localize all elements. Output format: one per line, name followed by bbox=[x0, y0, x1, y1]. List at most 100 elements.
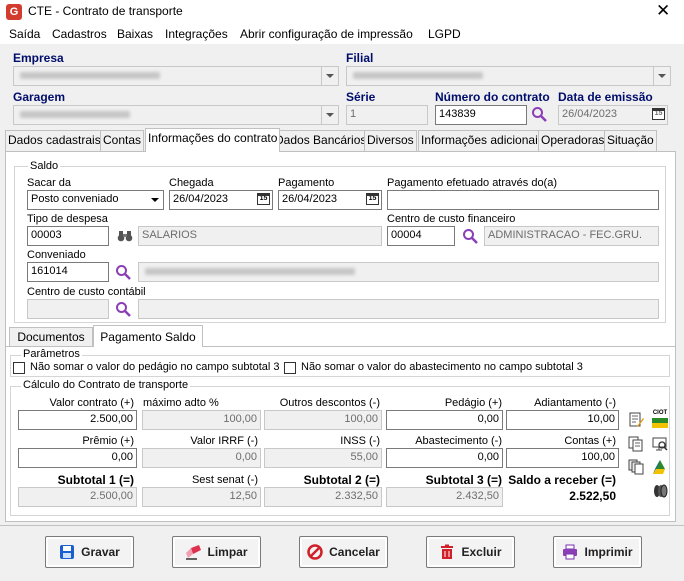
nao-somar-abastecimento-label: Não somar o valor do abastecimento no ca… bbox=[301, 361, 583, 373]
data-emissao-field[interactable]: 26/04/2023 15 bbox=[558, 105, 668, 125]
outros-descontos-label: Outros descontos (-) bbox=[279, 397, 380, 409]
max-adto-field: 100,00 bbox=[142, 410, 261, 430]
footer-divider bbox=[0, 525, 684, 526]
calendar-icon[interactable]: 15 bbox=[257, 193, 270, 205]
chevron-down-icon[interactable] bbox=[146, 191, 163, 209]
menu-saida[interactable]: Saída bbox=[9, 27, 40, 41]
search-icon[interactable] bbox=[462, 228, 478, 244]
centro-custo-contabil-code-field[interactable] bbox=[27, 299, 109, 319]
ciot-icon[interactable]: CIOT bbox=[652, 410, 668, 430]
chevron-down-icon[interactable] bbox=[321, 67, 338, 85]
nao-somar-pedagio-checkbox[interactable] bbox=[13, 362, 25, 374]
calendar-icon[interactable]: 15 bbox=[366, 193, 379, 205]
conveniado-code-field[interactable]: 161014 bbox=[27, 262, 109, 282]
garagem-select[interactable] bbox=[13, 105, 339, 125]
contas-label: Contas (+) bbox=[564, 435, 616, 447]
filial-select[interactable] bbox=[346, 66, 671, 86]
tipo-despesa-code-field[interactable]: 00003 bbox=[27, 226, 109, 246]
search-icon[interactable] bbox=[531, 106, 547, 122]
inss-label: INSS (-) bbox=[340, 435, 380, 447]
documents-stack-icon[interactable] bbox=[628, 459, 644, 475]
empresa-select[interactable] bbox=[13, 66, 339, 86]
adiantamento-label: Adiantamento (-) bbox=[534, 397, 616, 409]
pagamento-field[interactable]: 26/04/2023 15 bbox=[278, 190, 382, 210]
limpar-button[interactable]: Limpar bbox=[172, 536, 261, 568]
serie-field[interactable]: 1 bbox=[346, 105, 428, 125]
tab-dados-cadastrais[interactable]: Dados cadastrais bbox=[5, 130, 104, 151]
window-title: CTE - Contrato de transporte bbox=[28, 4, 183, 18]
subtab-documentos[interactable]: Documentos bbox=[9, 327, 93, 346]
sest-senat-field: 12,50 bbox=[142, 487, 261, 507]
tab-dados-bancarios[interactable]: Dados Bancários bbox=[272, 130, 370, 151]
nao-somar-abastecimento-checkbox[interactable] bbox=[284, 362, 296, 374]
valor-irrf-label: Valor IRRF (-) bbox=[190, 435, 258, 447]
pedagio-field[interactable]: 0,00 bbox=[386, 410, 503, 430]
sacar-da-label: Sacar da bbox=[27, 177, 72, 189]
sacar-da-value: Posto conveniado bbox=[31, 193, 119, 205]
tab-situacao[interactable]: Situação bbox=[604, 130, 657, 151]
sacar-da-select[interactable]: Posto conveniado bbox=[27, 190, 164, 210]
tab-operadoras[interactable]: Operadoras bbox=[538, 130, 608, 151]
abastecimento-field[interactable]: 0,00 bbox=[386, 448, 503, 468]
app-logo-icon: G bbox=[6, 4, 22, 20]
numero-contrato-field[interactable]: 143839 bbox=[435, 105, 527, 125]
document-edit-icon[interactable] bbox=[628, 412, 644, 428]
monitor-search-icon[interactable] bbox=[652, 436, 668, 452]
sest-senat-label: Sest senat (-) bbox=[191, 474, 258, 486]
chegada-field[interactable]: 26/04/2023 15 bbox=[169, 190, 273, 210]
search-icon[interactable] bbox=[115, 264, 131, 280]
valor-contrato-field[interactable]: 2.500,00 bbox=[18, 410, 137, 430]
imprimir-button[interactable]: Imprimir bbox=[553, 536, 642, 568]
tab-informacoes-contrato[interactable]: Informações do contrato bbox=[145, 128, 281, 152]
imprimir-button-label: Imprimir bbox=[584, 545, 633, 559]
subtotal1-field: 2.500,00 bbox=[18, 487, 137, 507]
chevron-down-icon[interactable] bbox=[653, 67, 670, 85]
save-icon bbox=[60, 545, 75, 559]
subtotal3-field: 2.432,50 bbox=[386, 487, 503, 507]
chevron-down-icon[interactable] bbox=[321, 106, 338, 124]
menu-abrir-config-impressao[interactable]: Abrir configuração de impressão bbox=[240, 27, 413, 41]
pagamento-atraves-field[interactable] bbox=[387, 190, 659, 210]
subtotal3-label: Subtotal 3 (=) bbox=[425, 473, 502, 487]
document-copy-icon[interactable] bbox=[628, 436, 644, 452]
coins-icon[interactable] bbox=[652, 483, 668, 499]
adiantamento-field[interactable]: 10,00 bbox=[506, 410, 619, 430]
saldo-group-label: Saldo bbox=[28, 160, 61, 172]
calendar-icon[interactable]: 15 bbox=[652, 108, 665, 120]
valor-irrf-field: 0,00 bbox=[142, 448, 261, 468]
tab-contas[interactable]: Contas bbox=[100, 130, 145, 151]
serie-label: Série bbox=[346, 90, 376, 104]
ciot-icon-label: CIOT bbox=[652, 410, 668, 416]
centro-custo-financeiro-code-field[interactable]: 00004 bbox=[387, 226, 455, 246]
subtab-pagamento-saldo[interactable]: Pagamento Saldo bbox=[93, 325, 203, 347]
numero-contrato-label: Número do contrato bbox=[435, 90, 550, 104]
premio-field[interactable]: 0,00 bbox=[18, 448, 137, 468]
parametros-group-label: Parâmetros bbox=[21, 348, 82, 360]
binoculars-icon[interactable] bbox=[117, 229, 133, 243]
menu-cadastros[interactable]: Cadastros bbox=[52, 27, 107, 41]
nao-somar-pedagio-label: Não somar o valor do pedágio no campo su… bbox=[30, 361, 280, 373]
menu-baixas[interactable]: Baixas bbox=[117, 27, 153, 41]
gravar-button[interactable]: Gravar bbox=[45, 536, 134, 568]
abastecimento-label: Abastecimento (-) bbox=[415, 435, 502, 447]
google-drive-icon[interactable] bbox=[652, 459, 668, 475]
subtotal2-label: Subtotal 2 (=) bbox=[303, 473, 380, 487]
pedagio-label: Pedágio (+) bbox=[444, 397, 502, 409]
conveniado-label: Conveniado bbox=[27, 249, 86, 261]
pagamento-value: 26/04/2023 bbox=[282, 193, 338, 205]
search-icon[interactable] bbox=[115, 301, 131, 317]
cancel-icon bbox=[307, 544, 323, 560]
menu-lgpd[interactable]: LGPD bbox=[428, 27, 461, 41]
excluir-button[interactable]: Excluir bbox=[426, 536, 515, 568]
empresa-value-redacted bbox=[20, 72, 160, 79]
saldo-receber-label: Saldo a receber (=) bbox=[508, 473, 616, 487]
trash-icon bbox=[441, 544, 454, 559]
close-icon[interactable]: ✕ bbox=[656, 1, 670, 21]
tab-diversos[interactable]: Diversos bbox=[364, 130, 417, 151]
menu-integracoes[interactable]: Integrações bbox=[165, 27, 228, 41]
max-adto-label: máximo adto % bbox=[143, 397, 219, 409]
contas-field[interactable]: 100,00 bbox=[506, 448, 619, 468]
chegada-value: 26/04/2023 bbox=[173, 193, 229, 205]
cancelar-button[interactable]: Cancelar bbox=[299, 536, 388, 568]
tab-informacoes-adicionais[interactable]: Informações adicionais bbox=[418, 130, 547, 151]
